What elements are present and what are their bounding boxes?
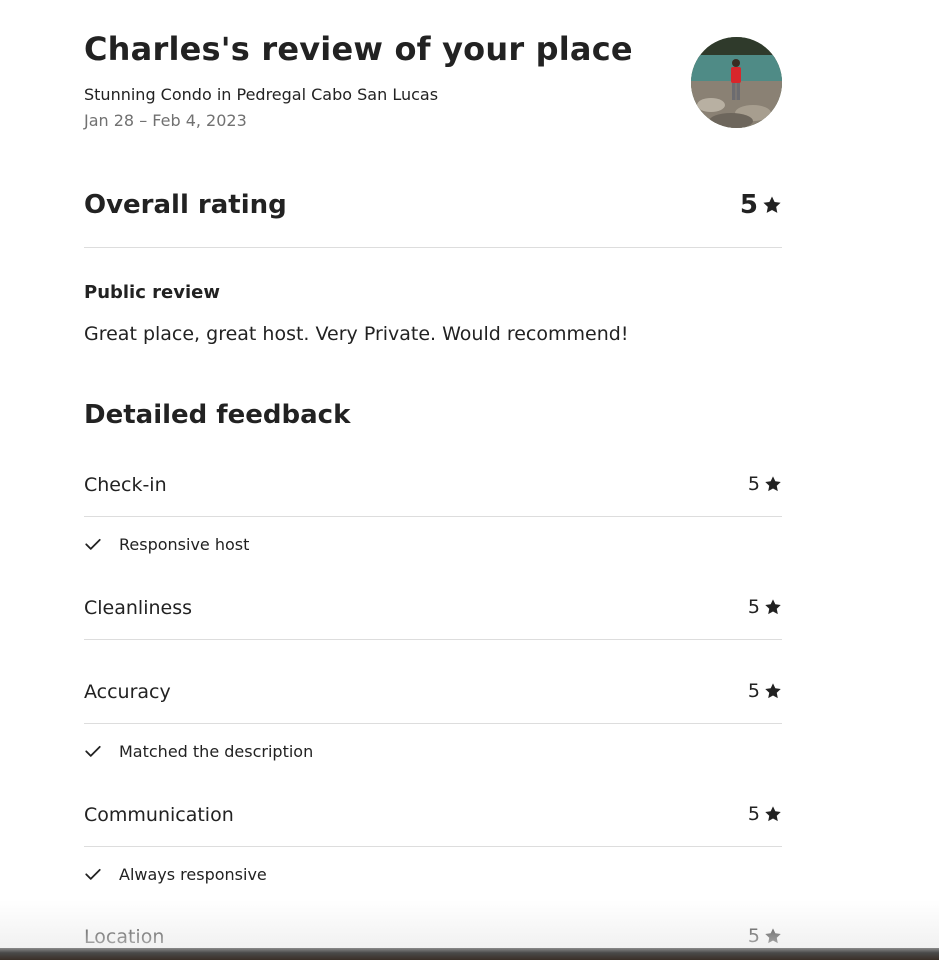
category-score-value: 5 <box>747 803 760 825</box>
page-title: Charles's review of your place <box>84 30 633 68</box>
category-label: Accuracy <box>84 681 171 703</box>
star-icon <box>765 599 781 615</box>
feedback-tag-label: Always responsive <box>119 864 267 884</box>
feedback-tag-label: Matched the description <box>119 741 314 761</box>
star-icon <box>765 476 781 492</box>
detailed-feedback-heading: Detailed feedback <box>84 400 351 430</box>
overall-rating-score: 5 <box>740 190 782 220</box>
category-score-value: 5 <box>747 473 760 495</box>
bottom-edge-bar <box>0 948 939 960</box>
category-check-in: Check-in 5 <box>84 456 782 517</box>
category-cleanliness: Cleanliness 5 <box>84 579 782 640</box>
listing-name: Stunning Condo in Pedregal Cabo San Luca… <box>84 85 439 104</box>
category-label: Cleanliness <box>84 597 193 619</box>
category-score: 5 <box>748 680 782 702</box>
feedback-tag: Responsive host <box>84 531 249 557</box>
category-score-value: 5 <box>747 680 760 702</box>
checkmark-icon <box>85 868 101 880</box>
avatar-photo <box>691 37 782 128</box>
public-review-heading: Public review <box>84 282 220 303</box>
category-score: 5 <box>748 596 782 618</box>
category-score: 5 <box>748 473 782 495</box>
category-label: Location <box>84 926 165 948</box>
category-score: 5 <box>748 803 782 825</box>
category-score: 5 <box>748 925 782 947</box>
stay-dates: Jan 28 – Feb 4, 2023 <box>84 111 247 130</box>
feedback-tag: Matched the description <box>84 738 313 764</box>
feedback-tag: Always responsive <box>84 861 267 887</box>
overall-rating-row: Overall rating 5 <box>84 168 782 248</box>
star-icon <box>765 928 781 944</box>
category-label: Communication <box>84 804 234 826</box>
category-communication: Communication 5 <box>84 786 782 847</box>
checkmark-icon <box>85 745 101 757</box>
star-icon <box>765 806 781 822</box>
public-review-text: Great place, great host. Very Private. W… <box>84 323 629 345</box>
category-label: Check-in <box>84 474 167 496</box>
category-score-value: 5 <box>747 925 760 947</box>
overall-score-value: 5 <box>739 190 758 220</box>
review-page: Charles's review of your place Stunning … <box>0 0 939 960</box>
feedback-tag-label: Responsive host <box>119 534 250 554</box>
overall-rating-label: Overall rating <box>84 190 287 220</box>
checkmark-icon <box>85 538 101 550</box>
star-icon <box>763 196 781 213</box>
category-score-value: 5 <box>747 596 760 618</box>
category-accuracy: Accuracy 5 <box>84 663 782 724</box>
star-icon <box>765 683 781 699</box>
reviewer-avatar[interactable] <box>691 37 782 128</box>
